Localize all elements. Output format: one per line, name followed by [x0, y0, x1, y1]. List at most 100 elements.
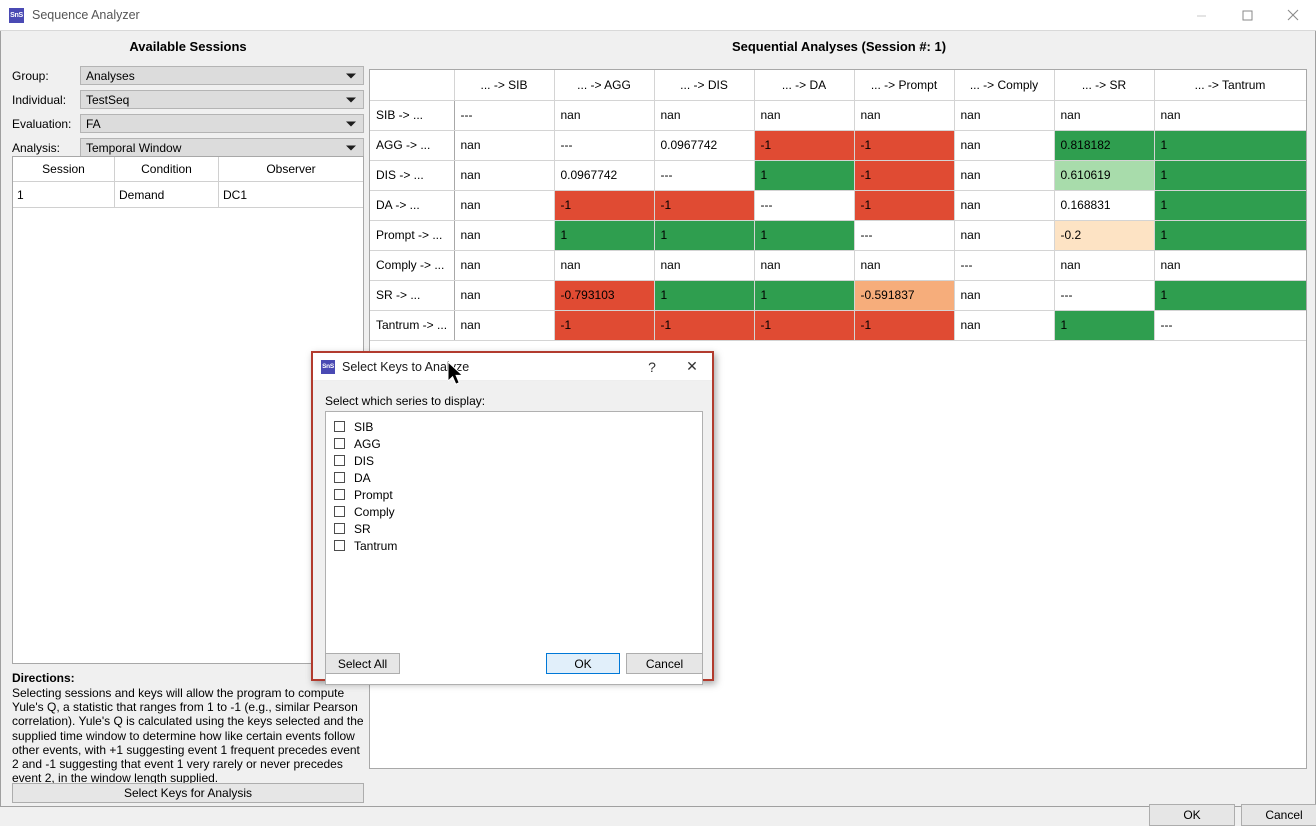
matrix-col-header[interactable]: ... -> Comply: [954, 70, 1054, 100]
matrix-cell[interactable]: ---: [454, 100, 554, 130]
matrix-cell[interactable]: nan: [1054, 100, 1154, 130]
matrix-col-header[interactable]: ... -> Prompt: [854, 70, 954, 100]
matrix-cell[interactable]: -0.591837: [854, 280, 954, 310]
table-row[interactable]: SR -> ...nan-0.79310311-0.591837nan---1: [370, 280, 1306, 310]
matrix-cell[interactable]: 1: [754, 280, 854, 310]
help-icon[interactable]: ?: [632, 359, 672, 375]
dialog-cancel-button[interactable]: Cancel: [626, 653, 703, 674]
matrix-cell[interactable]: -1: [754, 310, 854, 340]
individual-combobox[interactable]: TestSeq: [80, 90, 364, 109]
list-item[interactable]: SIB: [334, 418, 702, 435]
matrix-cell[interactable]: 1: [1154, 190, 1306, 220]
matrix-cell[interactable]: -0.793103: [554, 280, 654, 310]
checkbox-tantrum[interactable]: [334, 540, 345, 551]
matrix-row-header[interactable]: Tantrum -> ...: [370, 310, 454, 340]
list-item[interactable]: DIS: [334, 452, 702, 469]
group-combobox[interactable]: Analyses: [80, 66, 364, 85]
matrix-cell[interactable]: nan: [454, 250, 554, 280]
matrix-cell[interactable]: -1: [654, 190, 754, 220]
matrix-row-header[interactable]: DIS -> ...: [370, 160, 454, 190]
matrix-cell[interactable]: nan: [454, 280, 554, 310]
matrix-cell[interactable]: nan: [454, 310, 554, 340]
dialog-ok-button[interactable]: OK: [546, 653, 620, 674]
matrix-cell[interactable]: 0.818182: [1054, 130, 1154, 160]
matrix-cell[interactable]: 0.610619: [1054, 160, 1154, 190]
matrix-cell[interactable]: 1: [754, 160, 854, 190]
matrix-cell[interactable]: nan: [954, 310, 1054, 340]
matrix-cell[interactable]: ---: [554, 130, 654, 160]
dialog-close-icon[interactable]: ✕: [672, 358, 712, 375]
matrix-cell[interactable]: nan: [554, 250, 654, 280]
matrix-cell[interactable]: ---: [1154, 310, 1306, 340]
matrix-cell[interactable]: -1: [754, 130, 854, 160]
matrix-cell[interactable]: 0.168831: [1054, 190, 1154, 220]
matrix-cell[interactable]: 1: [754, 220, 854, 250]
table-row[interactable]: DIS -> ...nan0.0967742---1-1nan0.6106191: [370, 160, 1306, 190]
list-item[interactable]: Comply: [334, 503, 702, 520]
analysis-combobox[interactable]: Temporal Window: [80, 138, 364, 157]
table-row[interactable]: Tantrum -> ...nan-1-1-1-1nan1---: [370, 310, 1306, 340]
table-row[interactable]: AGG -> ...nan---0.0967742-1-1nan0.818182…: [370, 130, 1306, 160]
evaluation-combobox[interactable]: FA: [80, 114, 364, 133]
ok-button[interactable]: OK: [1149, 804, 1235, 826]
list-item[interactable]: Prompt: [334, 486, 702, 503]
matrix-cell[interactable]: nan: [654, 250, 754, 280]
matrix-cell[interactable]: nan: [854, 250, 954, 280]
select-keys-for-analysis-button[interactable]: Select Keys for Analysis: [12, 783, 364, 803]
maximize-icon[interactable]: [1224, 0, 1270, 31]
matrix-cell[interactable]: ---: [1054, 280, 1154, 310]
matrix-cell[interactable]: nan: [1154, 100, 1306, 130]
matrix-cell[interactable]: nan: [754, 250, 854, 280]
matrix-cell[interactable]: 1: [654, 280, 754, 310]
matrix-row-header[interactable]: Comply -> ...: [370, 250, 454, 280]
list-item[interactable]: AGG: [334, 435, 702, 452]
matrix-cell[interactable]: -1: [654, 310, 754, 340]
matrix-cell[interactable]: ---: [754, 190, 854, 220]
checkbox-da[interactable]: [334, 472, 345, 483]
matrix-cell[interactable]: nan: [954, 160, 1054, 190]
matrix-cell[interactable]: -0.2: [1054, 220, 1154, 250]
cancel-button[interactable]: Cancel: [1241, 804, 1316, 826]
list-item[interactable]: DA: [334, 469, 702, 486]
checkbox-dis[interactable]: [334, 455, 345, 466]
matrix-cell[interactable]: 1: [654, 220, 754, 250]
matrix-cell[interactable]: 1: [1154, 220, 1306, 250]
matrix-cell[interactable]: -1: [854, 190, 954, 220]
matrix-cell[interactable]: -1: [854, 310, 954, 340]
matrix-cell[interactable]: -1: [554, 190, 654, 220]
series-checkbox-list[interactable]: SIBAGGDISDAPromptComplySRTantrum: [325, 411, 703, 685]
checkbox-sib[interactable]: [334, 421, 345, 432]
matrix-cell[interactable]: nan: [454, 220, 554, 250]
table-row[interactable]: DA -> ...nan-1-1----1nan0.1688311: [370, 190, 1306, 220]
matrix-cell[interactable]: 0.0967742: [554, 160, 654, 190]
list-item[interactable]: Tantrum: [334, 537, 702, 554]
matrix-cell[interactable]: nan: [1154, 250, 1306, 280]
checkbox-comply[interactable]: [334, 506, 345, 517]
matrix-col-header[interactable]: ... -> SR: [1054, 70, 1154, 100]
matrix-col-header[interactable]: ... -> AGG: [554, 70, 654, 100]
matrix-cell[interactable]: nan: [954, 190, 1054, 220]
matrix-cell[interactable]: nan: [1054, 250, 1154, 280]
matrix-cell[interactable]: ---: [854, 220, 954, 250]
matrix-cell[interactable]: 1: [1054, 310, 1154, 340]
matrix-col-header[interactable]: ... -> Tantrum: [1154, 70, 1306, 100]
list-item[interactable]: SR: [334, 520, 702, 537]
matrix-cell[interactable]: 0.0967742: [654, 130, 754, 160]
matrix-cell[interactable]: nan: [854, 100, 954, 130]
checkbox-sr[interactable]: [334, 523, 345, 534]
matrix-cell[interactable]: nan: [954, 280, 1054, 310]
select-all-button[interactable]: Select All: [325, 653, 400, 674]
matrix-cell[interactable]: nan: [954, 130, 1054, 160]
matrix-cell[interactable]: -1: [554, 310, 654, 340]
matrix-col-header[interactable]: ... -> DIS: [654, 70, 754, 100]
matrix-cell[interactable]: -1: [854, 130, 954, 160]
matrix-cell[interactable]: ---: [954, 250, 1054, 280]
matrix-cell[interactable]: 1: [1154, 130, 1306, 160]
matrix-col-header[interactable]: ... -> DA: [754, 70, 854, 100]
matrix-cell[interactable]: nan: [454, 190, 554, 220]
matrix-cell[interactable]: nan: [554, 100, 654, 130]
matrix-cell[interactable]: nan: [754, 100, 854, 130]
matrix-cell[interactable]: 1: [554, 220, 654, 250]
table-row[interactable]: 1 Demand DC1: [13, 182, 363, 208]
matrix-row-header[interactable]: DA -> ...: [370, 190, 454, 220]
